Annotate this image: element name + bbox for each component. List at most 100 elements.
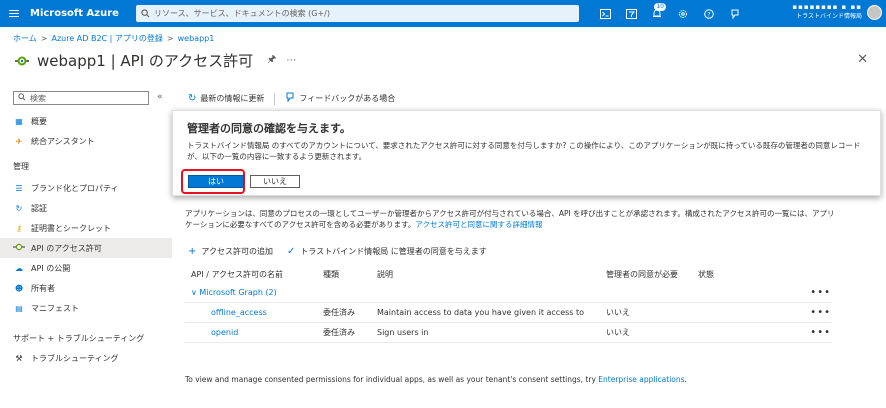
header-name: API / アクセス許可の名前 xyxy=(191,270,284,279)
sidebar-item-branding[interactable]: ☰ ブランド化とプロパティ xyxy=(0,178,172,198)
feedback-button[interactable]: フィードバックがある場合 xyxy=(285,92,395,105)
grid-icon: ▦ xyxy=(15,116,23,126)
chevron-down-icon: ∨ xyxy=(191,288,197,297)
toolbar: ↻ 最新の情報に更新 フィードバックがある場合 xyxy=(188,92,395,105)
feedback-icon[interactable] xyxy=(722,0,748,27)
breadcrumb-home[interactable]: ホーム xyxy=(13,34,37,43)
permissions-table: API / アクセス許可の名前 種類 説明 管理者の同意が必要 状態 ∨ Mic… xyxy=(185,266,831,343)
header-admin-consent: 管理者の同意が必要 xyxy=(606,270,678,279)
grant-admin-consent-button[interactable]: ✓ トラストバインド情報局 に管理者の同意を与えます xyxy=(287,246,487,257)
sidebar-search-placeholder: 検索 xyxy=(30,93,46,103)
permission-admin-consent: いいえ xyxy=(606,308,630,317)
breadcrumb: ホーム > Azure AD B2C | アプリの登録 > webapp1 xyxy=(13,34,215,43)
sidebar-item-expose-api[interactable]: ☁ API の公開 xyxy=(0,258,172,278)
footer-body: To view and manage consented permissions… xyxy=(185,375,596,384)
microsoft-graph-group[interactable]: ∨ Microsoft Graph (2) xyxy=(185,288,808,297)
refresh-button[interactable]: ↻ 最新の情報に更新 xyxy=(188,93,264,104)
breadcrumb-webapp1[interactable]: webapp1 xyxy=(178,34,215,43)
sidebar-item-manifest[interactable]: ▤ マニフェスト xyxy=(0,298,172,318)
brand-label[interactable]: Microsoft Azure xyxy=(30,8,146,19)
help-icon[interactable]: ? xyxy=(696,0,722,27)
sidebar-item-certificates[interactable]: ⚷ 証明書とシークレット xyxy=(0,218,172,238)
no-button[interactable]: いいえ xyxy=(250,175,300,188)
table-row: offline_access 委任済み Maintain access to d… xyxy=(185,303,831,323)
global-search-input[interactable]: リソース、サービス、ドキュメントの検索 (G+/) xyxy=(136,5,579,22)
toolbar-divider xyxy=(274,92,276,105)
account-info[interactable]: ▪▪▪▪▪▪▪▪ ▪ ▪▪ トラストバインド情報局 xyxy=(792,3,862,21)
app-registration-icon xyxy=(13,52,31,70)
gear-icon[interactable] xyxy=(670,0,696,27)
yes-button[interactable]: はい xyxy=(188,175,244,188)
table-group-row[interactable]: ∨ Microsoft Graph (2) ••• xyxy=(185,283,831,303)
feedback-icon xyxy=(285,92,295,105)
sidebar-item-overview[interactable]: ▦ 概要 xyxy=(0,111,172,131)
sidebar: 検索 « ▦ 概要 ✈ 統合アシスタント 管理 ☰ ブランド化とプロパティ ↻ … xyxy=(0,86,172,408)
footer-text: To view and manage consented permissions… xyxy=(185,375,687,384)
permission-name-link[interactable]: offline_access xyxy=(185,308,323,317)
more-options-icon[interactable]: ••• xyxy=(808,307,831,318)
breadcrumb-app-registrations[interactable]: Azure AD B2C | アプリの登録 xyxy=(51,34,162,43)
admin-consent-dialog: 管理者の同意の確認を与えます。 トラストバインド情報局 のすべてのアカウントにつ… xyxy=(172,110,881,196)
dialog-title: 管理者の同意の確認を与えます。 xyxy=(187,122,351,135)
sidebar-item-label: 認証 xyxy=(31,203,47,213)
search-icon xyxy=(18,93,26,103)
permission-name-link[interactable]: openid xyxy=(185,328,323,337)
more-options-icon[interactable]: ••• xyxy=(808,287,831,298)
permissions-info-text: アプリケーションは、同意のプロセスの一環としてユーザーか管理者からアクセス許可が… xyxy=(185,208,835,230)
refresh-icon: ↻ xyxy=(188,93,197,104)
table-row: openid 委任済み Sign users in いいえ ••• xyxy=(185,323,831,343)
sidebar-section-support: サポート + トラブルシューティング xyxy=(13,334,145,343)
notification-badge: 10 xyxy=(654,3,666,11)
sidebar-section-manage: 管理 xyxy=(13,162,29,171)
sidebar-item-label: 所有者 xyxy=(31,283,55,293)
add-permission-button[interactable]: + アクセス許可の追加 xyxy=(188,246,273,257)
sidebar-item-label: 統合アシスタント xyxy=(31,136,95,146)
more-options-icon[interactable]: ⋯ xyxy=(286,55,296,66)
search-icon xyxy=(136,9,154,18)
sidebar-item-owners[interactable]: ☻ 所有者 xyxy=(0,278,172,298)
plus-icon: + xyxy=(188,246,197,257)
bell-icon[interactable]: 10 xyxy=(644,0,670,27)
sidebar-item-label: API のアクセス許可 xyxy=(31,243,102,253)
collapse-sidebar-icon[interactable]: « xyxy=(157,92,163,102)
add-permission-label: アクセス許可の追加 xyxy=(201,247,273,256)
table-header: API / アクセス許可の名前 種類 説明 管理者の同意が必要 状態 xyxy=(185,266,831,283)
feedback-label: フィードバックがある場合 xyxy=(299,94,396,103)
cloud-shell-icon[interactable] xyxy=(592,0,618,27)
avatar[interactable] xyxy=(867,5,882,20)
pin-icon[interactable]: 🖈 xyxy=(267,52,276,69)
rocket-icon: ✈ xyxy=(15,136,23,146)
sidebar-item-label: トラブルシューティング xyxy=(31,353,119,363)
sidebar-item-authentication[interactable]: ↻ 認証 xyxy=(0,198,172,218)
sidebar-item-api-permissions[interactable]: API のアクセス許可 xyxy=(0,238,172,258)
key-icon: ⚷ xyxy=(16,223,22,233)
more-options-icon[interactable]: ••• xyxy=(808,327,831,338)
svg-text:?: ? xyxy=(707,11,710,18)
permission-admin-consent: いいえ xyxy=(606,328,630,337)
enterprise-applications-link[interactable]: Enterprise applications xyxy=(598,375,684,384)
sidebar-item-label: 証明書とシークレット xyxy=(31,223,111,233)
wrench-icon: ⚒ xyxy=(15,353,23,363)
permission-description: Maintain access to data you have given i… xyxy=(377,308,585,317)
sidebar-item-label: 概要 xyxy=(31,116,47,126)
header-status: 状態 xyxy=(698,270,714,279)
directory-filter-icon[interactable] xyxy=(618,0,644,27)
close-icon[interactable]: ✕ xyxy=(857,52,868,67)
grant-admin-consent-label: トラストバインド情報局 に管理者の同意を与えます xyxy=(300,247,487,256)
checkmark-icon: ✓ xyxy=(287,246,296,257)
sidebar-item-label: マニフェスト xyxy=(31,303,79,313)
menu-icon[interactable] xyxy=(0,0,28,27)
auth-icon: ↻ xyxy=(15,203,23,213)
sidebar-search-input[interactable]: 検索 xyxy=(13,91,149,105)
manifest-icon: ▤ xyxy=(15,303,23,313)
sidebar-item-troubleshooting[interactable]: ⚒ トラブルシューティング xyxy=(0,348,172,368)
account-name: ▪▪▪▪▪▪▪▪ ▪ ▪▪ xyxy=(792,3,862,11)
branding-icon: ☰ xyxy=(15,183,23,193)
permission-actions: + アクセス許可の追加 ✓ トラストバインド情報局 に管理者の同意を与えます xyxy=(188,246,501,257)
sidebar-item-integration-assistant[interactable]: ✈ 統合アシスタント xyxy=(0,131,172,151)
refresh-label: 最新の情報に更新 xyxy=(200,94,265,103)
permissions-learn-more-link[interactable]: アクセス許可と同意に関する詳細情報 xyxy=(415,220,542,229)
api-permissions-icon xyxy=(13,243,25,253)
group-label: Microsoft Graph (2) xyxy=(199,288,277,297)
cloud-icon: ☁ xyxy=(15,263,23,273)
